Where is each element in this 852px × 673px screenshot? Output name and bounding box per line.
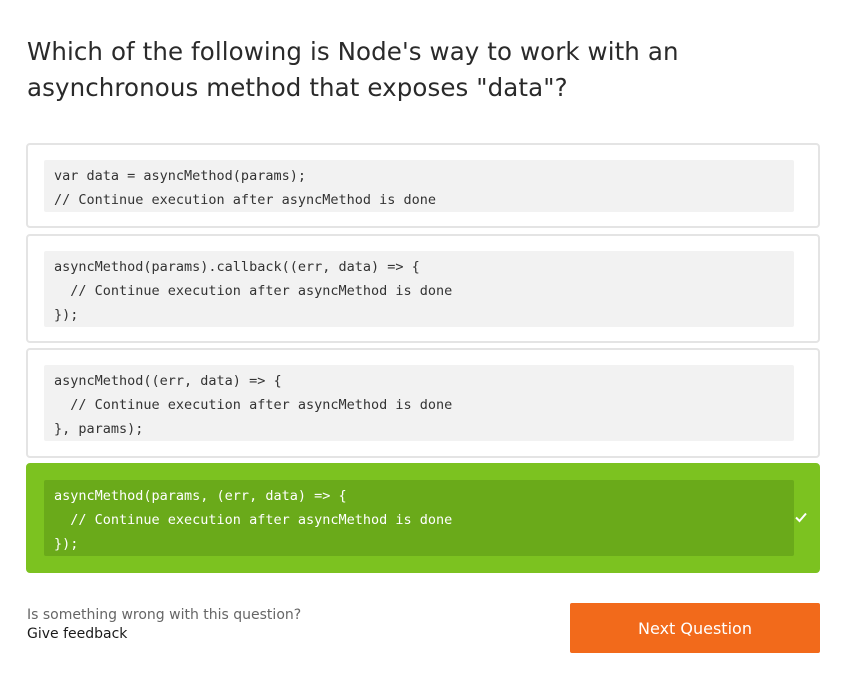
answer-code-4: asyncMethod(params, (err, data) => { // … [44, 480, 794, 556]
give-feedback-link[interactable]: Give feedback [27, 626, 127, 642]
question-text: Which of the following is Node's way to … [27, 37, 679, 102]
answer-option-1[interactable]: var data = asyncMethod(params); // Conti… [26, 143, 820, 228]
check-icon [794, 510, 808, 524]
feedback-prompt: Is something wrong with this question? [27, 607, 302, 623]
answer-option-4-correct[interactable]: asyncMethod(params, (err, data) => { // … [26, 463, 820, 573]
answer-option-2[interactable]: asyncMethod(params).callback((err, data)… [26, 234, 820, 343]
answer-code-1: var data = asyncMethod(params); // Conti… [44, 160, 794, 212]
answer-code-3: asyncMethod((err, data) => { // Continue… [44, 365, 794, 441]
next-question-button[interactable]: Next Question [570, 603, 820, 653]
answer-option-3[interactable]: asyncMethod((err, data) => { // Continue… [26, 348, 820, 458]
answer-code-2: asyncMethod(params).callback((err, data)… [44, 251, 794, 327]
